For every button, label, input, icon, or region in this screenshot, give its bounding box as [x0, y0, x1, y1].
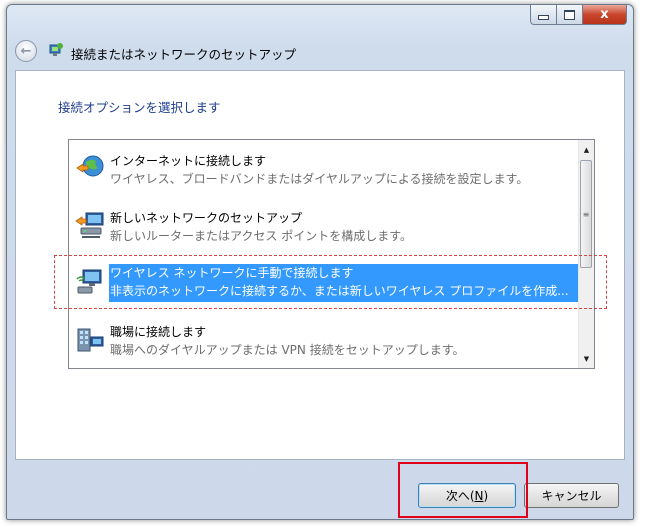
scroll-up-button[interactable]: ▲ — [579, 142, 594, 157]
workplace-vpn-icon — [77, 328, 104, 352]
option-description: ワイヤレス、ブロードバンドまたはダイヤルアップによる接続を設定します。 — [110, 172, 529, 186]
annotation-dashed-highlight — [54, 255, 607, 309]
window-title: 接続またはネットワークのセットアップ — [71, 47, 297, 62]
globe-network-icon — [76, 155, 104, 177]
option-description: 新しいルーターまたはアクセス ポイントを構成します。 — [110, 229, 413, 243]
router-setup-icon — [75, 212, 104, 238]
dialog-footer: 次へ(N) キャンセル — [15, 460, 625, 520]
cancel-button[interactable]: キャンセル — [524, 483, 619, 508]
option-setup-network[interactable]: 新しいネットワークのセットアップ 新しいルーターまたはアクセス ポイントを構成し… — [70, 203, 580, 249]
caption-buttons: x — [530, 5, 627, 25]
annotation-next-highlight — [398, 462, 528, 518]
back-button[interactable]: ← — [15, 40, 37, 62]
option-description: 職場へのダイヤルアップまたは VPN 接続をセットアップします。 — [110, 343, 465, 357]
scroll-thumb[interactable]: ≡ — [580, 160, 592, 268]
scroll-down-icon: ▼ — [583, 354, 590, 363]
network-setup-icon — [49, 43, 63, 56]
option-title: 新しいネットワークのセットアップ — [110, 211, 303, 225]
minimize-icon — [538, 14, 549, 20]
option-title: 職場に接続します — [110, 325, 207, 339]
option-connect-internet[interactable]: インターネットに接続します ワイヤレス、ブロードバンドまたはダイヤルアップによる… — [70, 146, 580, 192]
back-arrow-icon: ← — [20, 43, 32, 59]
option-title: インターネットに接続します — [110, 154, 267, 168]
close-button[interactable]: x — [583, 5, 627, 25]
connection-options-list[interactable]: インターネットに接続します ワイヤレス、ブロードバンドまたはダイヤルアップによる… — [68, 139, 595, 369]
scroll-up-icon: ▲ — [583, 145, 590, 154]
close-icon: x — [600, 7, 609, 22]
grip-icon: ≡ — [582, 209, 590, 219]
scroll-down-button[interactable]: ▼ — [579, 351, 594, 366]
page-heading: 接続オプションを選択します — [58, 100, 221, 115]
maximize-button[interactable] — [557, 5, 583, 25]
option-connect-workplace[interactable]: 職場に接続します 職場へのダイヤルアップまたは VPN 接続をセットアップします… — [70, 317, 580, 363]
list-scrollbar[interactable]: ▲ ≡ ▼ — [578, 140, 594, 368]
minimize-button[interactable] — [530, 5, 557, 25]
maximize-icon — [564, 9, 575, 20]
